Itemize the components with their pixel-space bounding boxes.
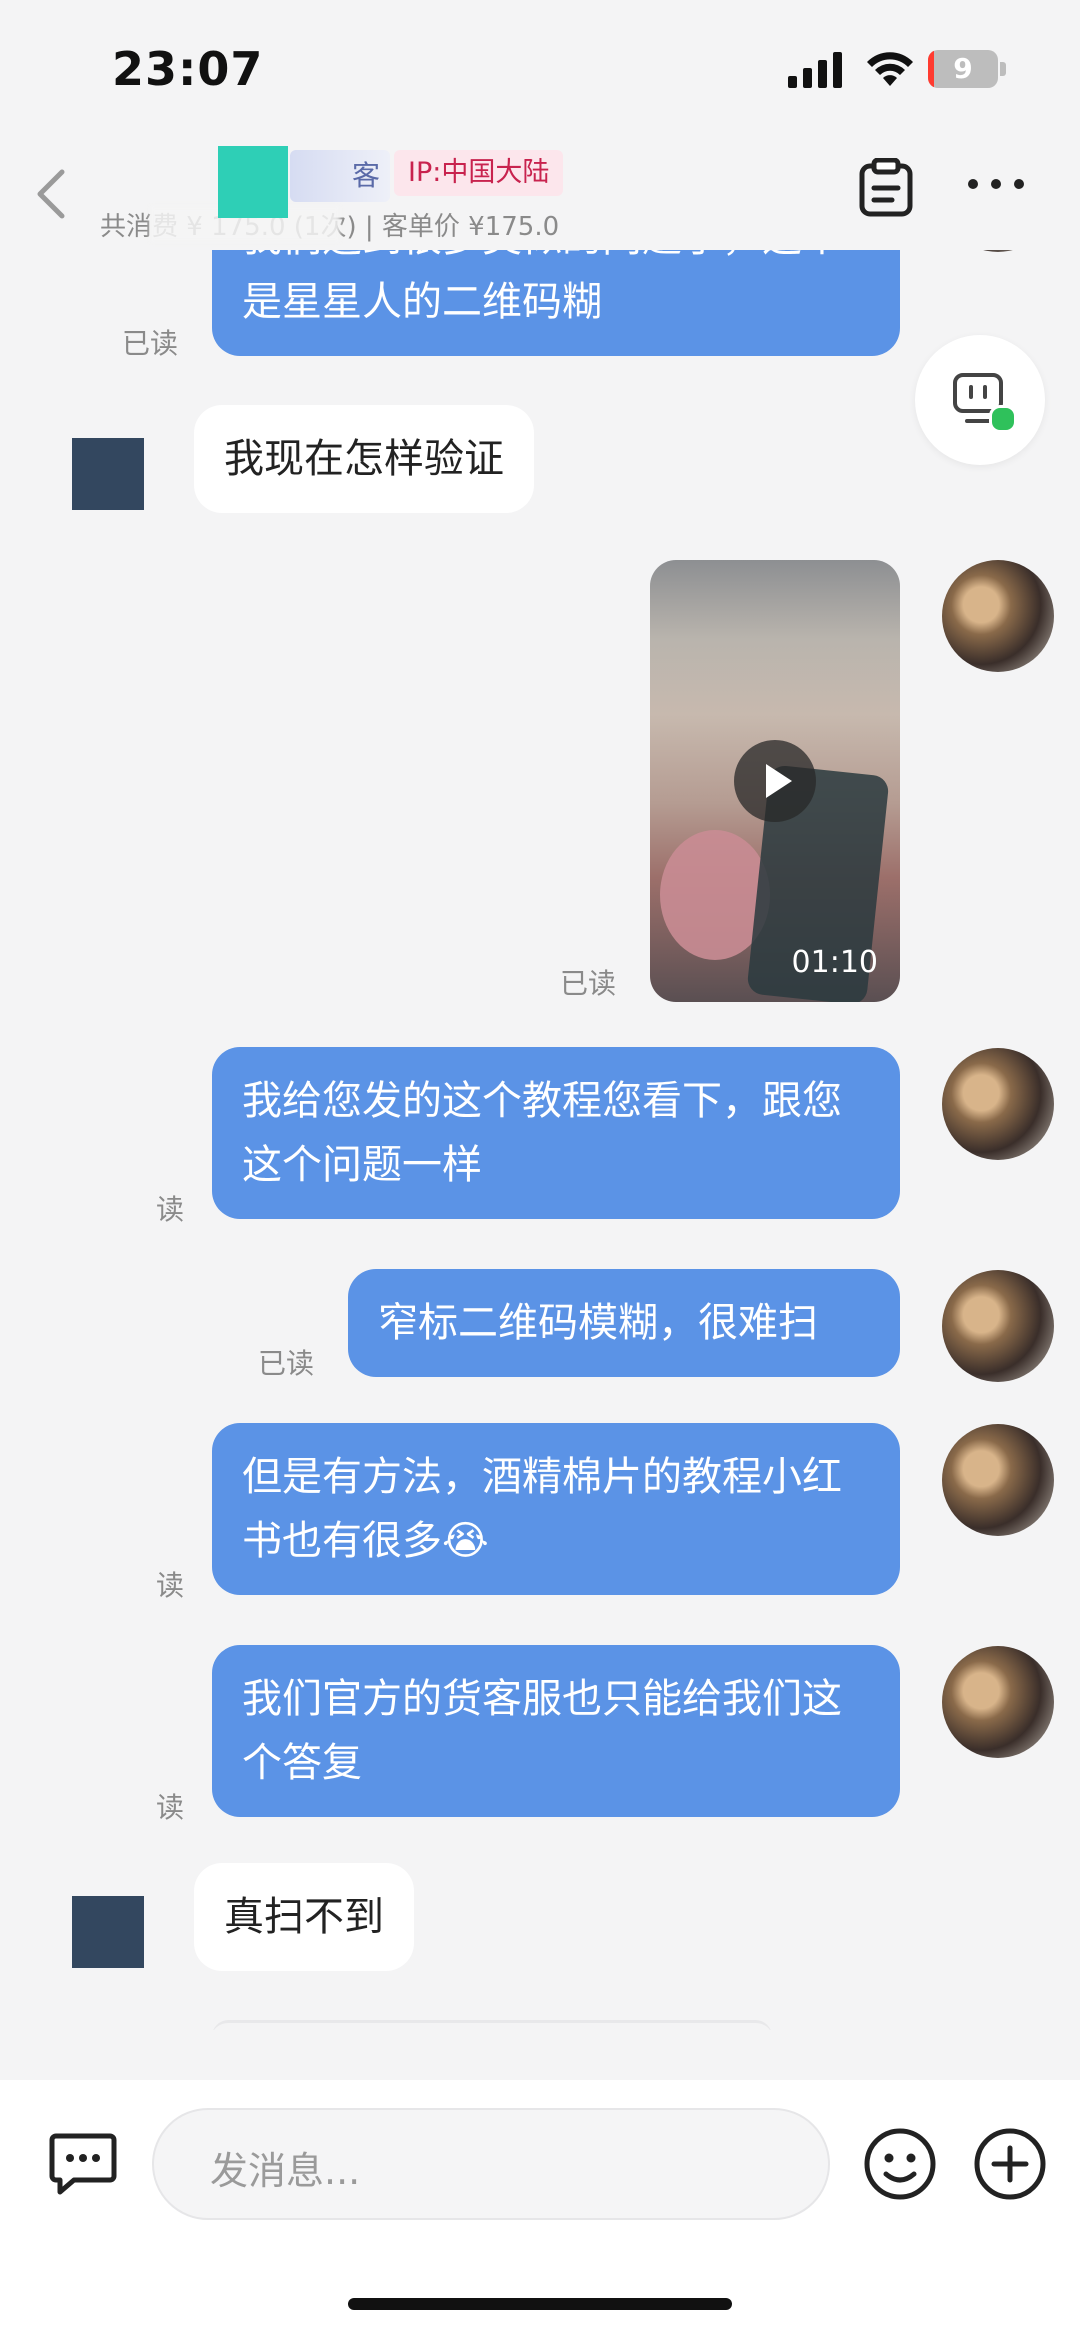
crying-emoji-icon: 😭	[442, 1518, 489, 1564]
read-status: 读	[156, 1569, 185, 1602]
play-icon[interactable]	[734, 740, 816, 822]
battery-percent: 9	[953, 52, 973, 85]
quick-reply-icon[interactable]	[48, 2130, 118, 2200]
my-avatar[interactable]	[942, 1424, 1054, 1536]
wifi-icon	[866, 48, 914, 92]
read-status: 读	[156, 1193, 185, 1226]
my-avatar[interactable]	[942, 1646, 1054, 1758]
message-bubble[interactable]: 我给您发的这个教程您看下，跟您这个问题一样	[212, 1047, 900, 1219]
clipboard-icon[interactable]	[858, 157, 914, 222]
message-bubble[interactable]: 但是有方法，酒精棉片的教程小红书也有很多😭	[212, 1423, 900, 1595]
contact-avatar[interactable]	[218, 146, 288, 218]
status-time: 23:07	[112, 42, 264, 96]
my-avatar[interactable]	[942, 1270, 1054, 1382]
message-bubble[interactable]: 我们遇到很多类似的问题了，这个是星星人的二维码糊	[212, 250, 900, 356]
my-avatar[interactable]	[942, 560, 1054, 672]
customer-avatar[interactable]	[72, 438, 144, 510]
video-message[interactable]: 01:10	[650, 560, 900, 1002]
partial-message-bubble	[212, 2020, 772, 2030]
battery-icon: 9	[928, 50, 1008, 90]
contact-name-suffix: 客	[352, 159, 381, 192]
read-status: 已读	[560, 967, 617, 1000]
add-attachment-icon[interactable]	[972, 2126, 1048, 2206]
chat-message-list[interactable]: 我们遇到很多类似的问题了，这个是星星人的二维码糊 已读 我现在怎样验证 01:1…	[0, 250, 1080, 2030]
ip-location-tag: IP:中国大陆	[394, 150, 564, 196]
back-icon[interactable]	[30, 166, 70, 226]
message-bubble[interactable]: 我现在怎样验证	[194, 405, 534, 513]
my-avatar[interactable]	[942, 250, 1054, 252]
read-status: 已读	[122, 327, 179, 360]
read-status: 读	[156, 1791, 185, 1824]
customer-avatar[interactable]	[72, 1896, 144, 1968]
message-bubble[interactable]: 真扫不到	[194, 1863, 414, 1971]
message-text: 但是有方法，酒精棉片的教程小红书也有很多	[242, 1454, 842, 1564]
video-duration: 01:10	[791, 945, 878, 980]
message-input-placeholder: 发消息...	[210, 2149, 361, 2193]
message-bubble[interactable]: 我们官方的货客服也只能给我们这个答复	[212, 1645, 900, 1817]
ai-assistant-button[interactable]	[915, 335, 1045, 465]
message-input[interactable]: 发消息...	[152, 2108, 830, 2220]
emoji-icon[interactable]	[862, 2126, 938, 2206]
home-indicator[interactable]	[348, 2298, 732, 2310]
my-avatar[interactable]	[942, 1048, 1054, 1160]
message-bubble[interactable]: 窄标二维码模糊，很难扫	[348, 1269, 900, 1377]
more-options-icon[interactable]	[966, 176, 1026, 195]
signal-icon	[788, 52, 846, 92]
read-status: 已读	[258, 1347, 315, 1380]
online-status-dot	[989, 405, 1017, 433]
